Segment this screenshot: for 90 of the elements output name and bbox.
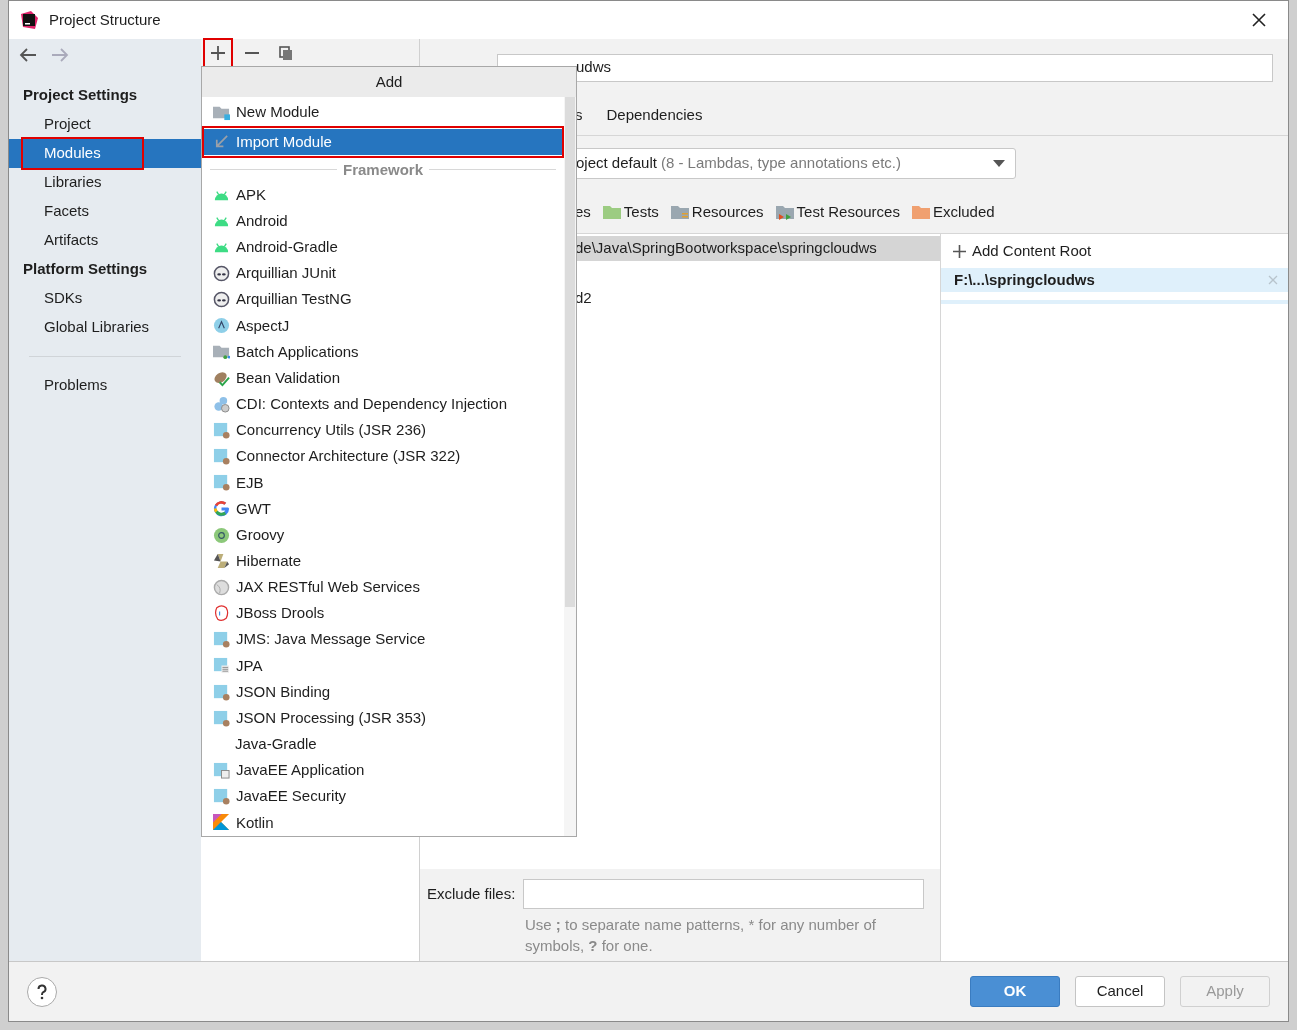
- back-arrow-icon[interactable]: [19, 48, 37, 62]
- google-g-icon: [213, 500, 230, 518]
- window-title: Project Structure: [49, 9, 161, 30]
- menu-item[interactable]: JavaEE Security: [202, 783, 564, 810]
- menu-item[interactable]: JMS: Java Message Service: [202, 626, 564, 653]
- menu-item[interactable]: New Module: [204, 99, 562, 125]
- globe-icon: [213, 578, 230, 596]
- popup-title: Add: [202, 67, 576, 97]
- menu-item[interactable]: JBoss Drools: [202, 600, 564, 627]
- question-mark-icon: [37, 983, 47, 1000]
- folder-icon: [911, 204, 930, 220]
- close-icon: [1268, 275, 1278, 285]
- menu-item[interactable]: EJB: [202, 469, 564, 496]
- module-icon: [213, 448, 230, 466]
- sidebar-item[interactable]: Modules: [9, 139, 201, 168]
- sidebar-item[interactable]: Artifacts: [9, 226, 201, 255]
- mark-as-excluded-button[interactable]: Excluded: [911, 200, 995, 224]
- help-text: Use ; to separate name patterns, * for any number of symbols, ? for one.: [525, 915, 878, 956]
- scrollbar-thumb[interactable]: [565, 97, 575, 607]
- sidebar-item[interactable]: SDKs: [9, 284, 201, 313]
- menu-item[interactable]: Hibernate: [202, 548, 564, 575]
- folder-icon: [775, 204, 794, 220]
- tab[interactable]: Dependencies: [606, 100, 703, 131]
- add-button[interactable]: [205, 39, 231, 66]
- folder-icon: [602, 204, 621, 220]
- mark-as-tests-button[interactable]: Tests: [602, 200, 659, 224]
- mark-as-resources-button[interactable]: Resources: [670, 200, 764, 224]
- module-icon: [213, 474, 230, 492]
- menu-item[interactable]: Batch Applications: [202, 338, 564, 366]
- add-icon: [211, 45, 225, 60]
- section-heading: Framework: [343, 159, 424, 180]
- sidebar-item[interactable]: Problems: [9, 371, 201, 399]
- menu-item[interactable]: Import Module: [204, 129, 562, 155]
- face-outline-icon: [213, 605, 230, 623]
- menu-item[interactable]: JAX RESTful Web Services: [202, 574, 564, 601]
- help-button[interactable]: [27, 976, 57, 1007]
- mark-as-test-resources-button[interactable]: Test Resources: [775, 200, 900, 224]
- module-icon: [213, 631, 230, 649]
- circle-icon: [213, 526, 230, 544]
- module-icon: [213, 709, 230, 727]
- menu-item[interactable]: Java-Gradle: [202, 731, 564, 758]
- bean-check-icon: [213, 369, 230, 387]
- sidebar-item[interactable]: Global Libraries: [9, 313, 201, 342]
- forward-arrow-icon: [51, 48, 69, 62]
- section-heading: Platform Settings: [22, 259, 149, 280]
- module-icon: [213, 683, 230, 701]
- alien-head-icon: [213, 265, 230, 282]
- close-icon[interactable]: [1252, 13, 1266, 27]
- folder-icon: [213, 343, 230, 361]
- module-icon: [213, 657, 230, 675]
- menu-item[interactable]: Kotlin: [202, 809, 564, 836]
- menu-item[interactable]: Bean Validation: [202, 365, 564, 392]
- menu-item[interactable]: Arquillian TestNG: [202, 286, 564, 313]
- sidebar-item[interactable]: Facets: [9, 197, 201, 226]
- remove-icon: [245, 51, 259, 54]
- menu-item[interactable]: CDI: Contexts and Dependency Injection: [202, 391, 564, 418]
- section-heading: Project Settings: [22, 85, 139, 106]
- menu-item[interactable]: Concurrency Utils (JSR 236): [202, 417, 564, 444]
- content-root-item[interactable]: F:\...\springcloudws: [941, 268, 1288, 292]
- beans-icon: [213, 395, 230, 413]
- app-logo-icon: [19, 10, 39, 30]
- sidebar-item[interactable]: Project: [9, 110, 201, 139]
- dialog-button: Apply: [1180, 976, 1270, 1007]
- copy-icon: [279, 45, 293, 60]
- menu-item[interactable]: Android: [202, 208, 564, 235]
- field-label: Exclude files:: [427, 883, 516, 904]
- module-icon: [213, 421, 230, 439]
- menu-item[interactable]: GWT: [202, 495, 564, 522]
- module-icon: [213, 788, 230, 806]
- exclude-files-field[interactable]: [523, 879, 925, 909]
- menu-item[interactable]: Arquillian JUnit: [202, 260, 564, 287]
- plus-icon: [953, 244, 966, 258]
- kotlin-icon: [213, 814, 230, 832]
- alien-head-icon: [213, 291, 230, 309]
- name-field[interactable]: udws: [497, 53, 1273, 82]
- add-content-root-button[interactable]: Add Content Root: [941, 234, 1288, 268]
- menu-item[interactable]: Connector Architecture (JSR 322): [202, 443, 564, 470]
- menu-item[interactable]: JavaEE Application: [202, 757, 564, 784]
- module-icon: [213, 762, 230, 779]
- dialog-button[interactable]: Cancel: [1075, 976, 1165, 1007]
- folder-icon: [670, 204, 689, 220]
- menu-item[interactable]: Groovy: [202, 522, 564, 549]
- menu-item[interactable]: APK: [202, 181, 564, 209]
- circle-icon: [213, 317, 230, 335]
- sidebar-item[interactable]: Libraries: [9, 168, 201, 197]
- menu-item[interactable]: JPA: [202, 652, 564, 679]
- dropdown-caret-icon: [993, 159, 1005, 168]
- menu-item[interactable]: JSON Processing (JSR 353): [202, 705, 564, 732]
- menu-item[interactable]: JSON Binding: [202, 678, 564, 706]
- menu-item[interactable]: AspectJ: [202, 312, 564, 339]
